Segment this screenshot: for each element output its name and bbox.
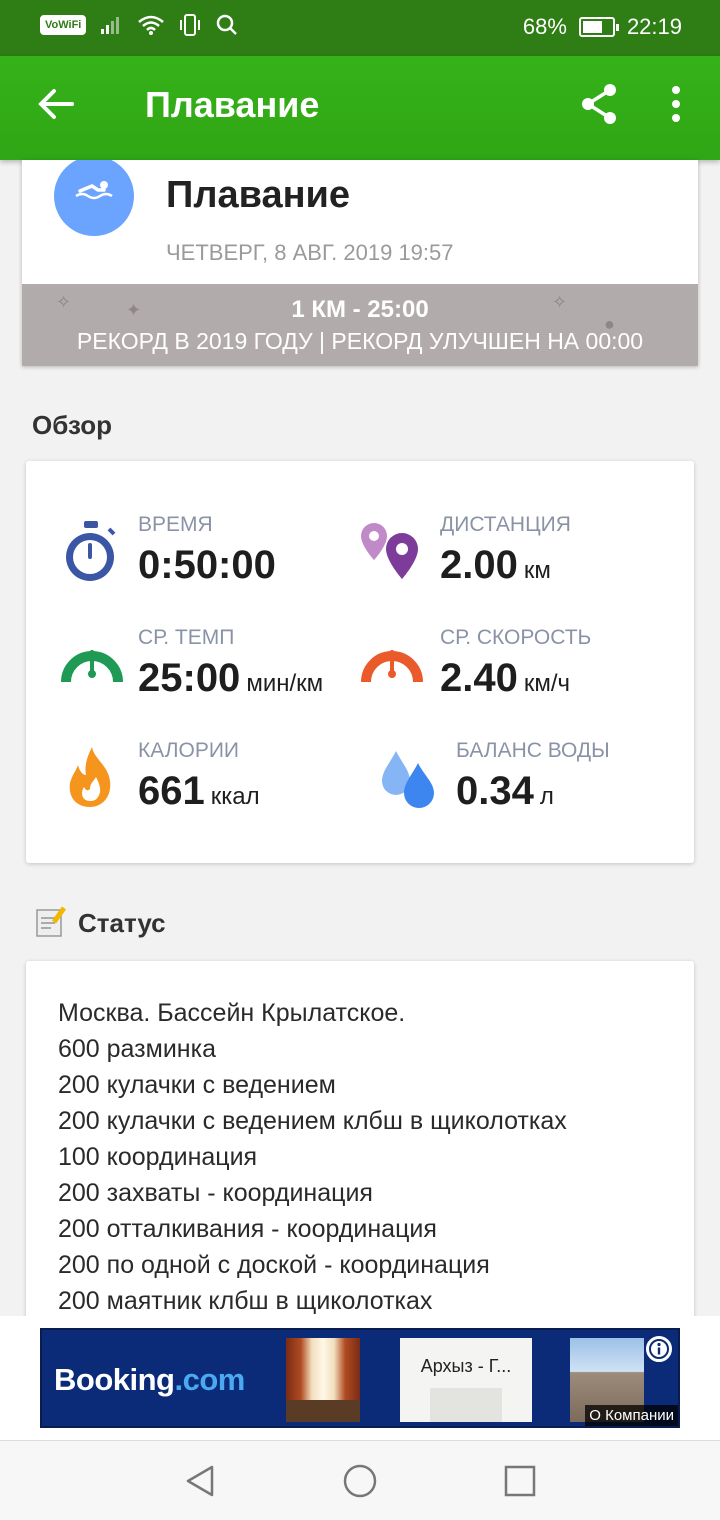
- ad-bar: Booking.com Архыз - Г... О Компании: [0, 1316, 720, 1440]
- more-vert-icon[interactable]: [662, 84, 690, 124]
- stat-unit: мин/км: [246, 670, 324, 697]
- search-icon: [217, 14, 238, 35]
- status-line: 200 отталкивания - координация: [58, 1215, 437, 1243]
- ad-caption: Архыз - Г...: [420, 1356, 512, 1376]
- stat-unit: л: [539, 783, 554, 810]
- stat-label: КАЛОРИИ: [138, 739, 240, 762]
- page-title: Плавание: [145, 84, 320, 125]
- stat-value: 0.34: [456, 769, 534, 813]
- map-pin-icon: [361, 523, 418, 579]
- app-bar: Плавание: [0, 56, 720, 160]
- stat-value: 2.00: [440, 543, 518, 587]
- signal-icon: [101, 17, 120, 34]
- nav-back-icon[interactable]: [182, 1463, 218, 1499]
- status-line: 200 по одной с доской - координация: [58, 1251, 490, 1279]
- nav-recents-icon[interactable]: [502, 1463, 538, 1499]
- nav-home-icon[interactable]: [342, 1463, 378, 1499]
- status-text: Москва. Бассейн Крылатское. 600 разминка…: [58, 995, 567, 1319]
- status-line: Москва. Бассейн Крылатское.: [58, 999, 406, 1027]
- stat-value: 661: [138, 769, 205, 813]
- battery-fill: [582, 21, 602, 33]
- stat-label: СР. ТЕМП: [138, 626, 235, 649]
- overview-title: Обзор: [32, 410, 112, 440]
- activity-date: ЧЕТВЕРГ, 8 АВГ. 2019 19:57: [166, 240, 454, 265]
- stopwatch-icon: [66, 521, 116, 581]
- record-detail: РЕКОРД В 2019 ГОДУ | РЕКОРД УЛУЧШЕН НА 0…: [76, 328, 644, 354]
- flame-icon: [69, 747, 111, 807]
- stat-value: 2.40: [440, 656, 518, 700]
- clock: 22:19: [626, 14, 682, 39]
- stat-unit: ккал: [210, 783, 260, 810]
- vowifi-icon: VoWiFi: [40, 15, 87, 35]
- status-bar: VoWiFi 68% 22:19: [0, 0, 720, 56]
- activity-avatar: [54, 160, 134, 236]
- company-link[interactable]: О Компании: [585, 1405, 678, 1426]
- swimmer-icon: [75, 181, 113, 200]
- battery-percent: 68%: [522, 14, 567, 39]
- memo-icon: [36, 906, 66, 937]
- stat-unit: км/ч: [523, 670, 571, 697]
- overview-card: ВРЕМЯ 0:50:00 ДИСТАНЦИЯ 2.00 км СР. ТЕМП …: [26, 461, 694, 863]
- booking-logo: Booking.com: [54, 1362, 245, 1397]
- stat-label: СР. СКОРОСТЬ: [440, 626, 592, 649]
- vibrate-icon: [180, 14, 201, 36]
- stat-label: ДИСТАНЦИЯ: [440, 513, 571, 536]
- water-drops-icon: [382, 751, 434, 808]
- status-title: Статус: [78, 908, 166, 938]
- status-card: Москва. Бассейн Крылатское. 600 разминка…: [26, 961, 694, 1361]
- stat-value: 25:00: [138, 656, 241, 700]
- ad-image-hotel[interactable]: Архыз - Г...: [400, 1338, 532, 1422]
- stat-value: 0:50:00: [138, 543, 276, 587]
- back-arrow-icon[interactable]: [36, 84, 76, 124]
- ad-banner[interactable]: Booking.com Архыз - Г... О Компании: [40, 1328, 680, 1428]
- speed-gauge-icon: [361, 650, 423, 683]
- status-line: 600 разминка: [58, 1035, 216, 1063]
- pace-gauge-icon: [61, 650, 123, 683]
- wifi-icon: [138, 15, 165, 35]
- status-line: 200 захваты - координация: [58, 1179, 373, 1207]
- status-line: 200 кулачки с ведением клбш в щиколотках: [58, 1107, 567, 1135]
- status-line: 100 координация: [58, 1143, 258, 1171]
- share-icon[interactable]: [578, 82, 622, 126]
- activity-header-card: Плавание ЧЕТВЕРГ, 8 АВГ. 2019 19:57 ✧ ✦ …: [22, 160, 698, 366]
- info-icon[interactable]: [644, 1334, 674, 1364]
- activity-name: Плавание: [166, 174, 351, 216]
- record-band: ✧ ✦ ✧ ● 1 КМ - 25:00 РЕКОРД В 2019 ГОДУ …: [22, 284, 698, 366]
- status-line: 200 маятник клбш в щиколотках: [58, 1287, 433, 1315]
- stat-unit: км: [523, 557, 551, 584]
- status-line: 200 кулачки с ведением: [58, 1071, 336, 1099]
- stat-label: БАЛАНС ВОДЫ: [456, 739, 610, 762]
- system-nav-bar: [0, 1440, 720, 1520]
- battery-icon: [578, 17, 619, 37]
- record-summary: 1 КМ - 25:00: [291, 296, 429, 323]
- stat-label: ВРЕМЯ: [138, 513, 213, 536]
- ad-image-room[interactable]: [286, 1338, 360, 1422]
